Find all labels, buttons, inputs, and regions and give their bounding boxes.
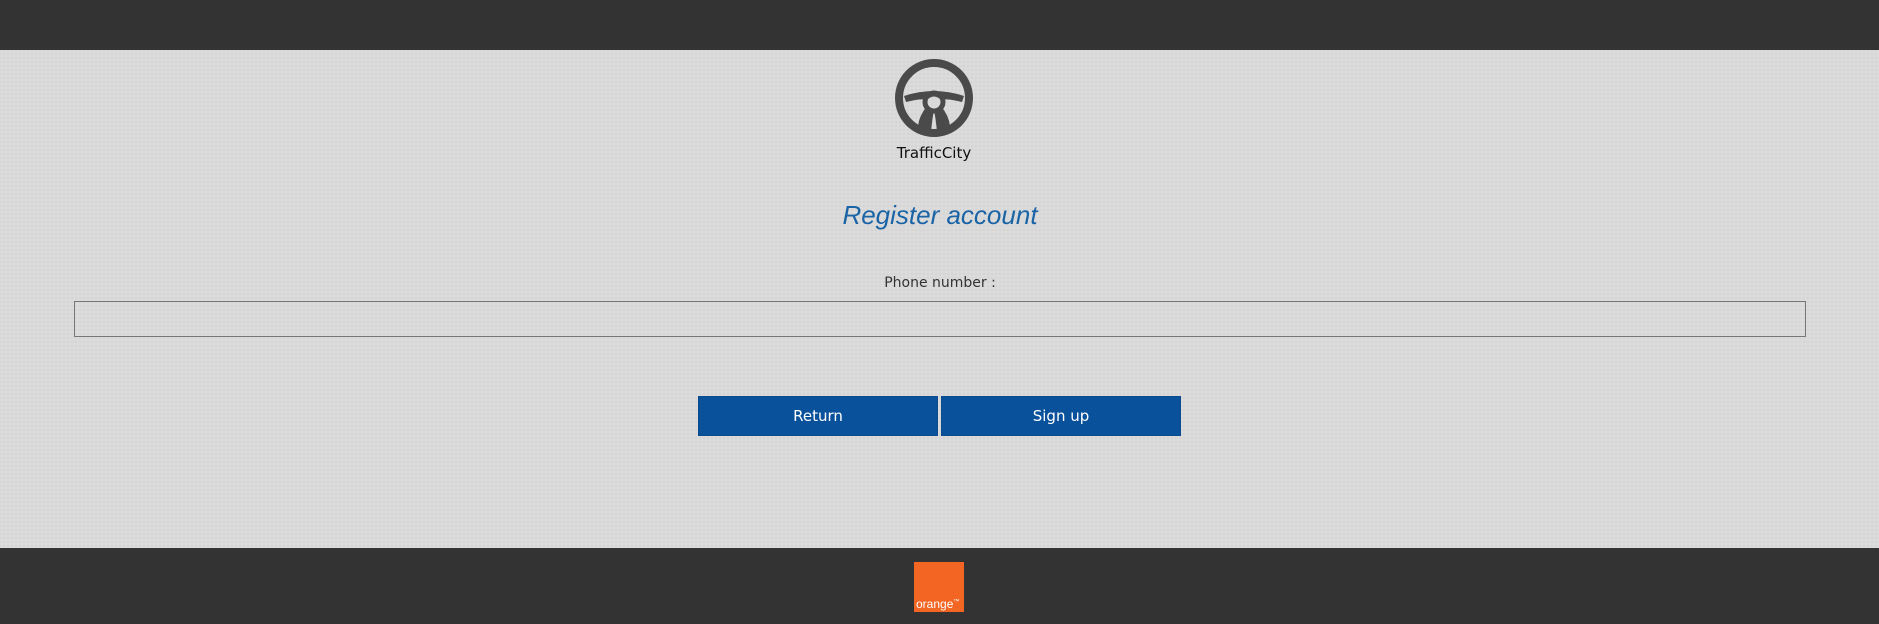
- brand-name: TrafficCity: [896, 144, 972, 162]
- steering-wheel-icon: [895, 59, 973, 137]
- page-title: Register account: [842, 200, 1038, 230]
- sign-up-button[interactable]: Sign up: [941, 396, 1181, 436]
- return-button-label: Return: [793, 407, 843, 425]
- top-bar: [0, 0, 1879, 50]
- phone-number-label: Phone number :: [884, 275, 996, 291]
- phone-number-input[interactable]: [74, 301, 1806, 337]
- footer-bar: orange™: [0, 548, 1879, 624]
- sign-up-button-label: Sign up: [1032, 407, 1090, 425]
- return-button[interactable]: Return: [698, 396, 938, 436]
- main-content: TrafficCity Register account Phone numbe…: [0, 50, 1879, 548]
- orange-logo[interactable]: orange™: [914, 562, 964, 612]
- orange-logo-text: orange™: [916, 597, 960, 611]
